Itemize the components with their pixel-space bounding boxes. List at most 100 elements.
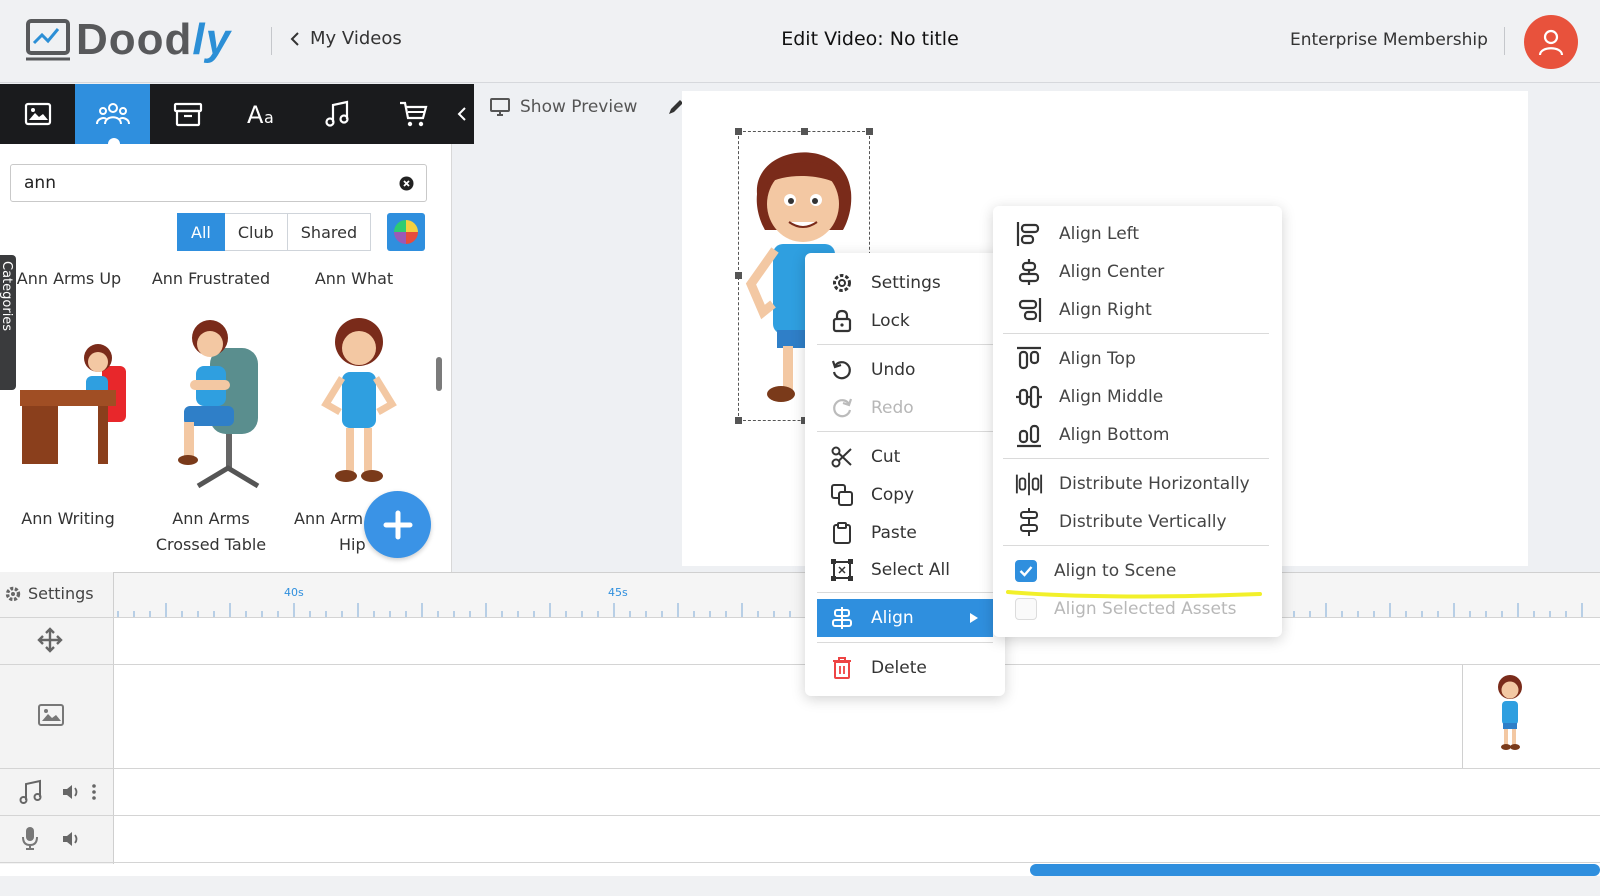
distribute-horizontal-icon	[1015, 472, 1043, 496]
resize-handle[interactable]	[866, 128, 873, 135]
color-filter-button[interactable]	[387, 213, 425, 251]
submenu-item-label: Align Right	[1059, 300, 1152, 320]
library-scrollbar[interactable]	[436, 357, 442, 391]
menu-item-label: Select All	[871, 560, 950, 580]
tab-text[interactable]: Aa	[225, 84, 300, 144]
align-left-item[interactable]: Align Left	[1003, 216, 1271, 252]
asset-label[interactable]: Ann Arms Crossed Table	[140, 506, 282, 558]
distribute-vertical-icon	[1020, 508, 1038, 536]
align-center-icon	[1018, 259, 1040, 285]
gear-icon	[5, 586, 21, 601]
align-top-item[interactable]: Align Top	[1003, 341, 1271, 377]
filter-club-button[interactable]: Club	[224, 213, 288, 251]
submenu-item-label: Distribute Horizontally	[1059, 474, 1250, 494]
doodly-logo[interactable]: Doodly	[22, 10, 231, 70]
resize-handle[interactable]	[735, 272, 742, 279]
microphone-icon	[22, 827, 38, 850]
filter-shared-button[interactable]: Shared	[287, 213, 372, 251]
music-icon	[19, 779, 42, 804]
user-avatar[interactable]	[1524, 15, 1578, 69]
track-divider	[0, 815, 1600, 816]
menu-separator	[817, 592, 993, 593]
tab-characters[interactable]	[75, 84, 151, 144]
asset-search-input[interactable]	[11, 165, 371, 201]
clipboard-icon	[833, 522, 851, 544]
select-all-icon	[831, 559, 853, 581]
asset-thumbnail-ann-arms-crossed-table[interactable]	[170, 318, 264, 494]
menu-item-select-all[interactable]: Select All	[817, 551, 993, 589]
copy-icon	[831, 484, 853, 506]
volume-icon	[63, 832, 78, 846]
asset-thumbnail-ann-writing[interactable]	[18, 338, 130, 468]
music-volume-button[interactable]	[60, 782, 82, 802]
voice-volume-button[interactable]	[60, 829, 82, 849]
asset-label[interactable]: Ann Writing	[10, 506, 126, 532]
asset-thumbnail-ann-arm-hip[interactable]	[318, 316, 400, 488]
tab-shop[interactable]	[376, 84, 451, 144]
asset-label[interactable]: Ann What	[300, 266, 408, 292]
resize-handle[interactable]	[801, 128, 808, 135]
collapse-panel-button[interactable]	[451, 84, 474, 144]
music-icon	[325, 100, 349, 127]
resize-handle[interactable]	[735, 417, 742, 424]
align-selected-assets-checkbox[interactable]	[1015, 598, 1037, 620]
volume-icon	[63, 785, 78, 799]
track-divider	[0, 768, 1600, 769]
menu-item-copy[interactable]: Copy	[817, 476, 993, 514]
menu-item-cut[interactable]: Cut	[817, 438, 993, 476]
align-middle-item[interactable]: Align Middle	[1003, 379, 1271, 415]
text-icon: Aa	[247, 101, 274, 127]
track-divider	[0, 617, 1600, 618]
chevron-left-icon	[457, 107, 467, 121]
distribute-vertically-item[interactable]: Distribute Vertically	[1003, 504, 1271, 540]
submenu-item-label: Distribute Vertically	[1059, 512, 1227, 532]
music-track-options-button[interactable]	[88, 782, 100, 802]
tab-music[interactable]	[301, 84, 376, 144]
align-to-scene-option[interactable]: Align to Scene	[1003, 553, 1271, 589]
menu-item-redo[interactable]: Redo	[817, 389, 993, 427]
align-bottom-item[interactable]: Align Bottom	[1003, 417, 1271, 453]
tab-props[interactable]	[150, 84, 225, 144]
ruler-tick-label: 45s	[608, 586, 628, 599]
membership-label[interactable]: Enterprise Membership	[1290, 30, 1488, 50]
distribute-horizontally-item[interactable]: Distribute Horizontally	[1003, 466, 1271, 502]
menu-separator	[817, 344, 993, 345]
align-submenu: Align Left Align Center Align Right Alig…	[993, 206, 1282, 637]
menu-item-settings[interactable]: Settings	[817, 264, 993, 302]
tab-images[interactable]	[0, 84, 75, 144]
timeline-clip-thumbnail[interactable]	[1462, 665, 1600, 768]
logo-whiteboard-icon	[26, 19, 70, 61]
asset-label[interactable]: Ann Arms Up	[10, 266, 128, 292]
menu-item-undo[interactable]: Undo	[817, 351, 993, 389]
menu-item-delete[interactable]: Delete	[817, 649, 993, 687]
menu-item-lock[interactable]: Lock	[817, 302, 993, 340]
asset-filter-group: All Club Shared	[177, 213, 372, 251]
timeline-settings-button[interactable]: Settings	[4, 584, 94, 603]
image-track-label	[36, 702, 66, 728]
align-right-item[interactable]: Align Right	[1003, 292, 1271, 328]
resize-handle[interactable]	[735, 128, 742, 135]
move-track-button[interactable]	[36, 626, 64, 654]
clear-search-icon[interactable]	[399, 176, 414, 191]
ruler-tick-label: 40s	[284, 586, 304, 599]
bottom-strip	[0, 876, 1600, 896]
align-to-scene-checkbox[interactable]	[1015, 560, 1037, 582]
show-preview-button[interactable]: Show Preview	[490, 97, 637, 117]
menu-item-label: Delete	[871, 658, 927, 678]
timeline-horizontal-scrollbar[interactable]	[1030, 864, 1600, 876]
plus-icon	[383, 510, 412, 539]
monitor-icon	[490, 98, 510, 116]
asset-label[interactable]: Ann Frustrated	[140, 266, 282, 292]
align-bottom-icon	[1017, 424, 1041, 448]
align-center-item[interactable]: Align Center	[1003, 254, 1271, 290]
add-asset-button[interactable]	[364, 491, 431, 558]
filter-all-button[interactable]: All	[177, 213, 225, 251]
svg-text:A: A	[247, 101, 264, 127]
submenu-item-label: Align Top	[1059, 349, 1136, 369]
menu-item-paste[interactable]: Paste	[817, 514, 993, 552]
back-to-my-videos-link[interactable]: My Videos	[290, 28, 402, 49]
trash-icon	[833, 657, 851, 679]
checkmark-icon	[1019, 566, 1033, 577]
submenu-item-label: Align Bottom	[1059, 425, 1170, 445]
menu-item-align[interactable]: Align	[817, 599, 993, 637]
